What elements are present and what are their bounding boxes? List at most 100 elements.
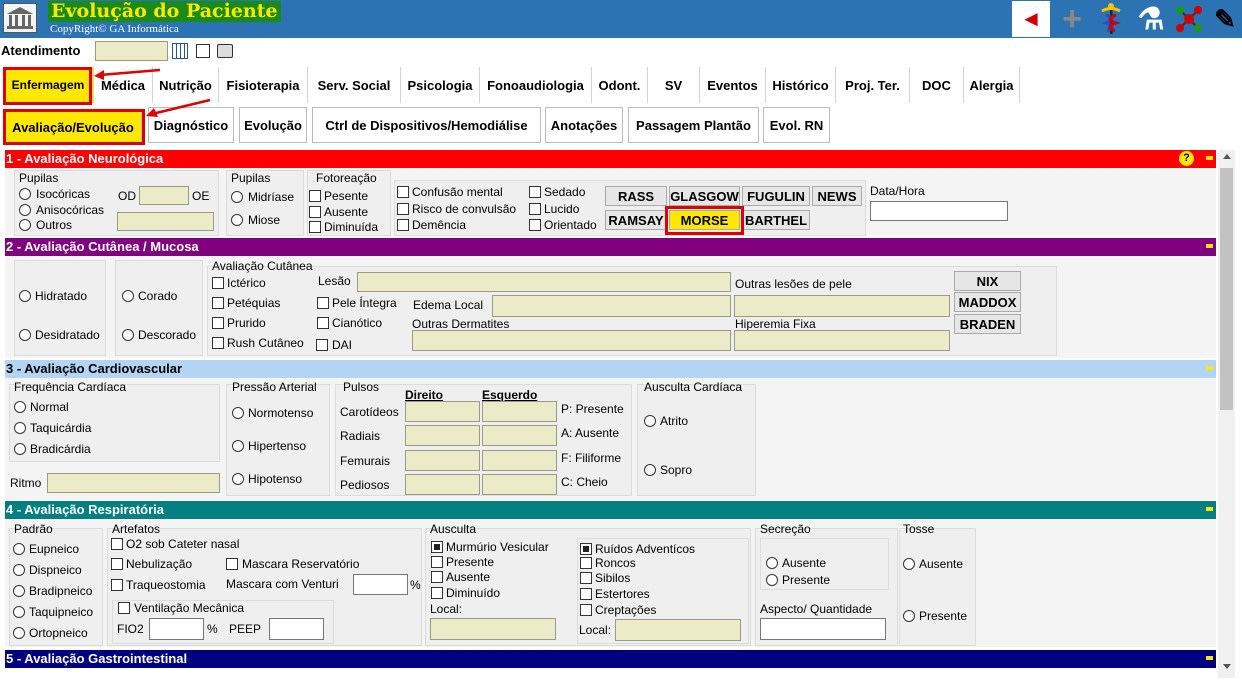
section-cutanea[interactable]: 2 - Avaliação Cutânea / Mucosa [5,238,1216,256]
presente-checkbox[interactable] [309,190,321,202]
crep-checkbox[interactable] [580,604,592,616]
icterico-checkbox[interactable] [212,277,224,289]
pulso-direito-field[interactable] [405,401,480,422]
lesao-field[interactable] [357,272,731,292]
scroll-thumb[interactable] [1220,168,1233,410]
section-gastrointestinal[interactable]: 5 - Avaliação Gastrointestinal [5,650,1216,668]
hipo-radio[interactable] [232,473,244,485]
help-icon[interactable]: ? [1179,151,1194,166]
normal-radio[interactable] [14,401,26,413]
pele-checkbox[interactable] [317,297,329,309]
outras-derm-field[interactable] [412,330,731,351]
mascres-checkbox[interactable] [226,558,238,570]
pulso-esquerdo-field[interactable] [482,450,557,471]
resp-presente-checkbox[interactable] [431,556,443,568]
sec-pres-radio[interactable] [766,574,778,586]
o2-checkbox[interactable] [111,538,123,550]
confusao-checkbox[interactable] [397,186,409,198]
isocoricas-radio[interactable] [19,188,31,200]
corado-radio[interactable] [122,290,134,302]
padrao-radio[interactable] [13,585,25,597]
pulso-esquerdo-field[interactable] [482,401,557,422]
sedado-checkbox[interactable] [529,186,541,198]
estertores-checkbox[interactable] [580,588,592,600]
risco-checkbox[interactable] [397,203,409,215]
bradi-radio[interactable] [14,443,26,455]
ausente-checkbox[interactable] [309,206,321,218]
local-field-b[interactable] [615,619,741,641]
diminuida-checkbox[interactable] [309,221,321,233]
peteq-checkbox[interactable] [212,297,224,309]
braden-button[interactable]: BRADEN [954,314,1021,334]
padrao-radio[interactable] [13,564,25,576]
cian-checkbox[interactable] [317,317,329,329]
pulso-esquerdo-field[interactable] [482,474,557,495]
mascvent-input[interactable] [353,574,408,595]
normo-radio[interactable] [232,407,244,419]
collapse-icon[interactable] [1206,156,1213,160]
fugulin-button[interactable]: FUGULIN [742,186,810,206]
sec-aus-radio[interactable] [766,557,778,569]
outros-radio[interactable] [19,219,31,231]
atrito-radio[interactable] [644,415,656,427]
nebu-checkbox[interactable] [111,558,123,570]
miose-radio[interactable] [231,214,243,226]
anisocoricas-radio[interactable] [19,204,31,216]
od-field[interactable] [139,186,189,205]
rush-checkbox[interactable] [212,337,224,349]
padrao-radio[interactable] [13,627,25,639]
traq-checkbox[interactable] [111,579,123,591]
glasgow-button[interactable]: GLASGOW [669,186,740,206]
pulso-esquerdo-field[interactable] [482,425,557,446]
pulso-direito-field[interactable] [405,450,480,471]
sopro-radio[interactable] [644,464,656,476]
pulso-direito-field[interactable] [405,474,480,495]
lucido-checkbox[interactable] [529,203,541,215]
scroll-down-icon[interactable] [1223,664,1231,669]
ramsay-button[interactable]: RAMSAY [605,210,667,230]
demencia-checkbox[interactable] [397,219,409,231]
tos-pres-radio[interactable] [903,610,915,622]
rass-button[interactable]: RASS [605,186,667,206]
pulso-direito-field[interactable] [405,425,480,446]
collapse-icon[interactable] [1206,244,1213,248]
maddox-button[interactable]: MADDOX [954,292,1021,312]
news-button[interactable]: NEWS [812,186,862,206]
tos-aus-radio[interactable] [903,558,915,570]
resp-diminuido-checkbox[interactable] [431,587,443,599]
orientado-checkbox[interactable] [529,219,541,231]
taqui-radio[interactable] [14,422,26,434]
ruidos-checkbox[interactable] [580,543,592,555]
padrao-radio[interactable] [13,543,25,555]
local-field-a[interactable] [430,618,556,640]
vent-checkbox[interactable] [118,602,130,614]
barthel-button[interactable]: BARTHEL [742,210,810,230]
aspecto-input[interactable] [760,618,886,640]
vertical-scrollbar[interactable] [1218,150,1235,678]
scroll-up-icon[interactable] [1223,154,1231,159]
dai-checkbox[interactable] [316,339,328,351]
outras-lesoes-field[interactable] [734,295,950,317]
hidratado-radio[interactable] [19,290,31,302]
descorado-radio[interactable] [122,329,134,341]
desidratado-radio[interactable] [19,329,31,341]
ritmo-field[interactable] [47,473,220,493]
hiper-radio[interactable] [232,440,244,452]
midriase-radio[interactable] [231,191,243,203]
datahora-input[interactable] [870,201,1008,221]
fio2-input[interactable] [149,618,204,640]
hiperemia-field[interactable] [734,330,950,351]
collapse-icon[interactable] [1206,656,1213,660]
section-cardiovascular[interactable]: 3 - Avaliação Cardiovascular [5,360,1216,378]
collapse-icon[interactable] [1206,507,1213,511]
nix-button[interactable]: NIX [954,271,1021,291]
prurido-checkbox[interactable] [212,317,224,329]
collapse-icon[interactable] [1206,366,1213,370]
peep-input[interactable] [269,618,324,640]
section-respiratoria[interactable]: 4 - Avaliação Respiratória [5,501,1216,519]
section-neurologica[interactable]: 1 - Avaliação Neurológica? [5,150,1216,168]
sibilos-checkbox[interactable] [580,572,592,584]
roncos-checkbox[interactable] [580,557,592,569]
edema-field[interactable] [492,295,731,317]
resp-ausente-checkbox[interactable] [431,571,443,583]
